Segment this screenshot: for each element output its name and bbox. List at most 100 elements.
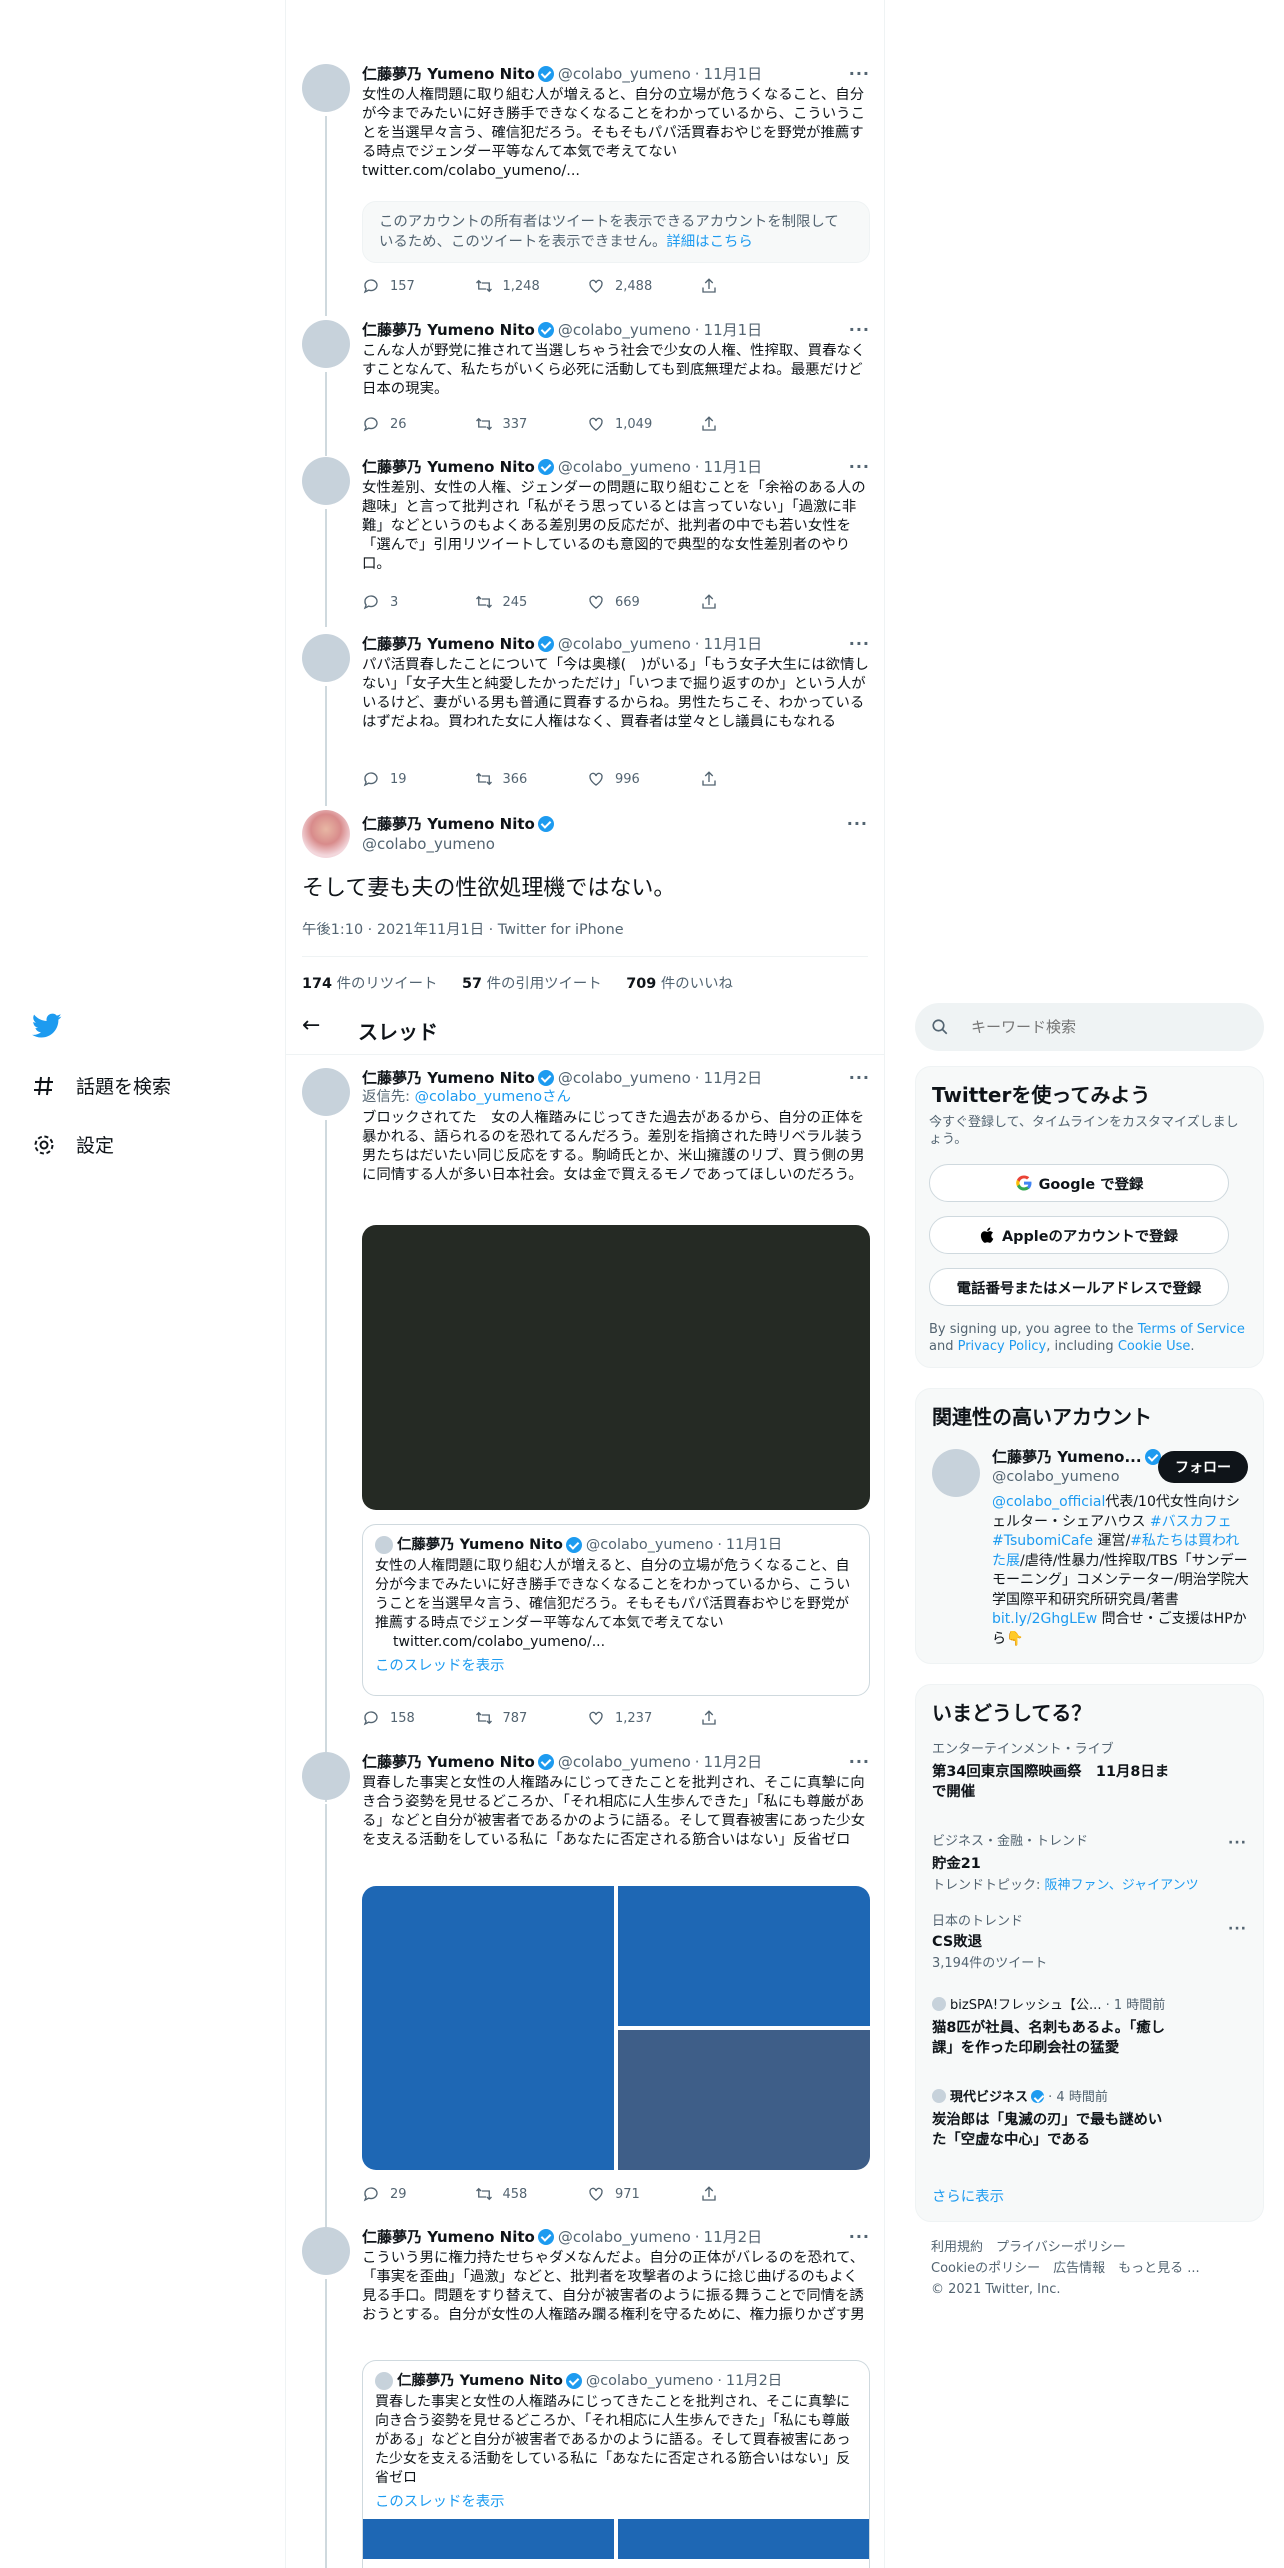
tweet-image[interactable] [618, 2030, 870, 2170]
footer-links-1[interactable]: 利用規約 プライバシーポリシー [931, 2237, 1126, 2258]
more-options-icon[interactable]: ··· [847, 814, 868, 833]
likes-stat[interactable]: 709 件のいいね [626, 976, 733, 992]
search-bar[interactable] [915, 1003, 1264, 1051]
hashtag-link[interactable]: #TsubomiCafe [992, 1533, 1093, 1549]
author-name[interactable]: 仁藤夢乃 Yumeno Nito [362, 2227, 535, 2247]
like-button[interactable]: 1,049 [587, 414, 700, 434]
retweet-button[interactable]: 337 [475, 414, 588, 434]
like-button[interactable]: 669 [587, 592, 700, 612]
nav-settings[interactable]: 設定 [32, 1131, 114, 1158]
apple-signup-button[interactable]: Appleのアカウントで登録 [929, 1216, 1229, 1254]
more-options-icon[interactable]: ··· [1228, 1835, 1247, 1851]
tweet-image[interactable] [618, 1886, 870, 2026]
avatar[interactable] [302, 1068, 350, 1116]
google-signup-button[interactable]: Google で登録 [929, 1164, 1229, 1202]
tweet[interactable]: 仁藤夢乃 Yumeno Nito @colabo_yumeno · 11月2日 … [286, 1068, 884, 1802]
retweet-button[interactable]: 787 [475, 1708, 588, 1728]
like-button[interactable]: 2,488 [587, 276, 700, 296]
terms-link[interactable]: Terms of Service [1138, 1322, 1245, 1337]
tweet-date[interactable]: 11月1日 [704, 634, 763, 654]
bio-url-link[interactable]: bit.ly/2GhgLEw [992, 1611, 1097, 1627]
author-name[interactable]: 仁藤夢乃 Yumeno Nito [362, 1068, 535, 1088]
more-options-icon[interactable]: ··· [849, 457, 870, 476]
author-handle[interactable]: @colabo_yumeno [558, 1752, 691, 1772]
tweet[interactable]: 仁藤夢乃 Yumeno Nito @colabo_yumeno · 11月1日 … [286, 634, 884, 806]
tweet-meta[interactable]: 午後1:10 · 2021年11月1日 · Twitter for iPhone [302, 918, 624, 939]
reply-button[interactable]: 19 [362, 769, 475, 789]
account-info[interactable]: 仁藤夢乃 Yumeno... @colabo_yumeno [992, 1447, 1161, 1487]
author-handle[interactable]: @colabo_yumeno [558, 1068, 691, 1088]
share-button[interactable] [700, 276, 813, 296]
retweet-button[interactable]: 458 [475, 2184, 588, 2204]
share-button[interactable] [700, 1708, 813, 1728]
more-options-icon[interactable]: ··· [849, 320, 870, 339]
retweets-stat[interactable]: 174 件のリツイート [302, 976, 437, 992]
privacy-link[interactable]: Privacy Policy [958, 1339, 1047, 1354]
share-button[interactable] [700, 2184, 813, 2204]
avatar[interactable] [302, 457, 350, 505]
show-thread-link[interactable]: このスレッドを表示 [375, 2490, 857, 2511]
retweet-button[interactable]: 366 [475, 769, 588, 789]
hashtag-link[interactable]: #バスカフェ [1150, 1514, 1232, 1530]
cookie-link[interactable]: Cookie Use [1118, 1339, 1191, 1354]
phone-email-signup-button[interactable]: 電話番号またはメールアドレスで登録 [929, 1268, 1229, 1306]
twitter-logo-icon[interactable] [32, 1013, 62, 1043]
author-handle[interactable]: @colabo_yumeno [558, 2227, 691, 2247]
retweet-button[interactable]: 245 [475, 592, 588, 612]
learn-more-link[interactable]: 詳細はこちら [666, 234, 752, 250]
tweet-date[interactable]: 11月1日 [704, 457, 763, 477]
news-item[interactable]: bizSPA!フレッシュ【公... · 1 時間前 猫8匹が社員、名刺もあるよ。… [932, 1997, 1252, 2058]
author-handle[interactable]: @colabo_yumeno [362, 834, 554, 854]
avatar[interactable] [302, 64, 350, 112]
bio-mention-link[interactable]: @colabo_official [992, 1494, 1105, 1510]
trend-item[interactable]: エンターテインメント・ライブ 第34回東京国際映画祭 11月8日まで開催 [932, 1741, 1252, 1802]
tweet[interactable]: 仁藤夢乃 Yumeno Nito @colabo_yumeno · 11月1日 … [286, 320, 884, 456]
author-name[interactable]: 仁藤夢乃 Yumeno Nito [362, 457, 535, 477]
more-options-icon[interactable]: ··· [849, 1068, 870, 1087]
back-arrow-icon[interactable]: ← [302, 1013, 320, 1038]
avatar[interactable] [302, 2227, 350, 2275]
avatar[interactable] [302, 634, 350, 682]
avatar[interactable] [932, 1449, 980, 1497]
tweet-date[interactable]: 11月2日 [704, 2227, 763, 2247]
quote-tweet[interactable]: 仁藤夢乃 Yumeno Nito @colabo_yumeno · 11月2日 買春し… [362, 2360, 870, 2568]
avatar[interactable] [302, 320, 350, 368]
share-button[interactable] [700, 769, 813, 789]
avatar[interactable] [302, 1752, 350, 1800]
more-options-icon[interactable]: ··· [849, 634, 870, 653]
search-input[interactable] [971, 1015, 1241, 1039]
author-name[interactable]: 仁藤夢乃 Yumeno Nito [362, 64, 535, 84]
tweet-date[interactable]: 11月2日 [704, 1068, 763, 1088]
nav-explore[interactable]: 話題を検索 [32, 1072, 171, 1099]
tweet-image[interactable] [362, 1225, 870, 1510]
tweet[interactable]: 仁藤夢乃 Yumeno Nito @colabo_yumeno · 11月1日 … [286, 64, 884, 316]
show-more-link[interactable]: さらに表示 [932, 2185, 1004, 2206]
reply-button[interactable]: 157 [362, 276, 475, 296]
more-options-icon[interactable]: ··· [1228, 1921, 1247, 1937]
reply-button[interactable]: 3 [362, 592, 475, 612]
author-handle[interactable]: @colabo_yumeno [558, 64, 691, 84]
footer-links-2[interactable]: Cookieのポリシー 広告情報 もっと見る ... [931, 2258, 1200, 2279]
author-handle[interactable]: @colabo_yumeno [558, 320, 691, 340]
like-button[interactable]: 1,237 [587, 1708, 700, 1728]
follow-button[interactable]: フォロー [1158, 1451, 1248, 1483]
quote-tweet[interactable]: 仁藤夢乃 Yumeno Nito @colabo_yumeno · 11月1日 女性の… [362, 1524, 870, 1696]
share-button[interactable] [700, 414, 813, 434]
author-name[interactable]: 仁藤夢乃 Yumeno Nito [362, 634, 535, 654]
tweet[interactable]: 仁藤夢乃 Yumeno Nito @colabo_yumeno · 11月1日 … [286, 457, 884, 627]
quotes-stat[interactable]: 57 件の引用ツイート [462, 976, 602, 992]
more-options-icon[interactable]: ··· [849, 2227, 870, 2246]
tweet[interactable]: 仁藤夢乃 Yumeno Nito @colabo_yumeno · 11月2日 … [286, 1752, 884, 2260]
author-name[interactable]: 仁藤夢乃 Yumeno Nito [362, 1752, 535, 1772]
share-button[interactable] [700, 592, 813, 612]
author-name[interactable]: 仁藤夢乃 Yumeno Nito [362, 320, 535, 340]
trend-item[interactable]: ビジネス・金融・トレンド 貯金21 トレンドトピック: 阪神ファン、ジャイアンツ [932, 1833, 1252, 1894]
reply-button[interactable]: 158 [362, 1708, 475, 1728]
tweet[interactable]: 仁藤夢乃 Yumeno Nito @colabo_yumeno · 11月2日 … [286, 2227, 884, 2568]
tweet-date[interactable]: 11月1日 [704, 64, 763, 84]
like-button[interactable]: 996 [587, 769, 700, 789]
more-options-icon[interactable]: ··· [849, 64, 870, 83]
retweet-button[interactable]: 1,248 [475, 276, 588, 296]
tweet-date[interactable]: 11月2日 [704, 1752, 763, 1772]
avatar[interactable] [302, 810, 350, 858]
